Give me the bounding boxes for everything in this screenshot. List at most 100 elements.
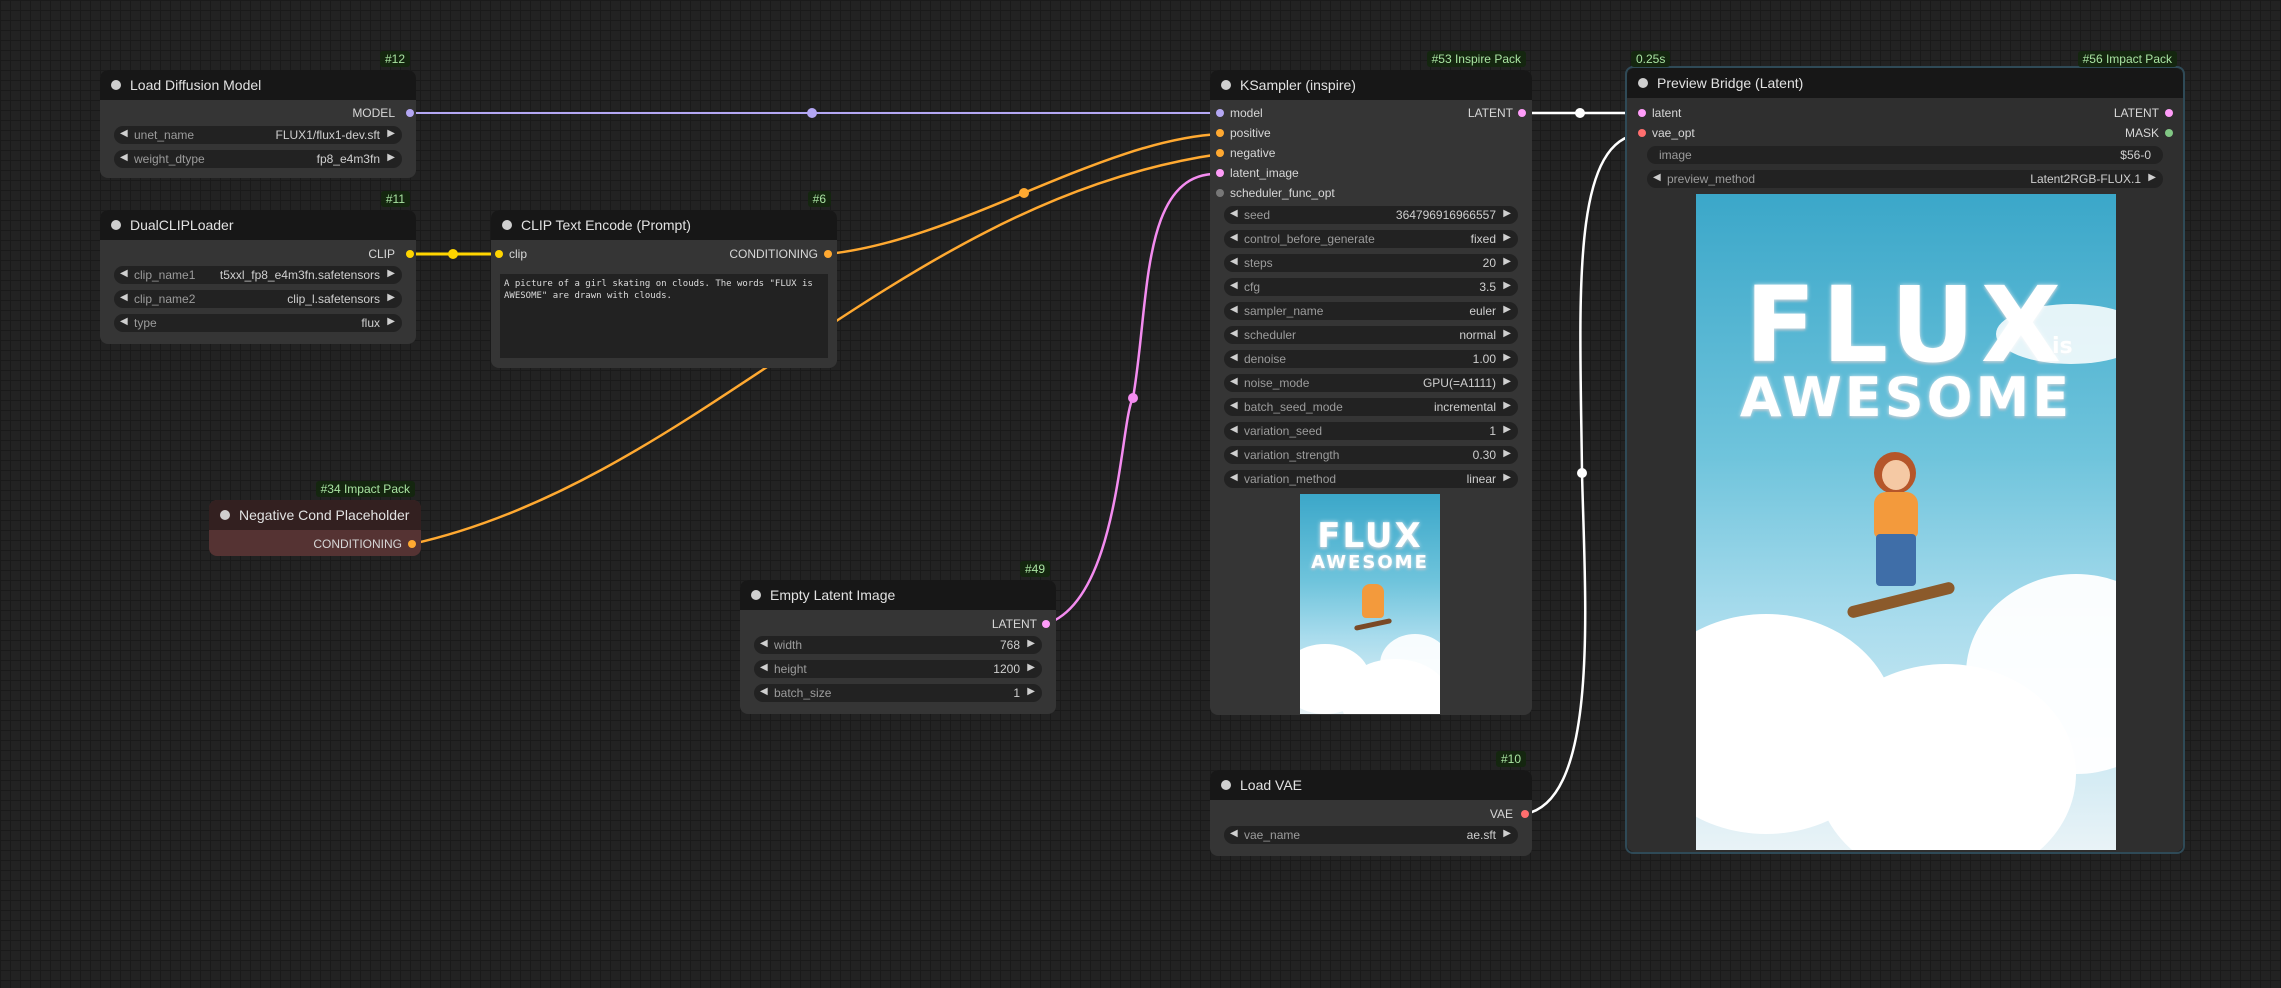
widget-cfg[interactable]: ◀ cfg 3.5 ▶ xyxy=(1224,278,1518,296)
arrow-right-icon[interactable]: ▶ xyxy=(387,128,395,139)
widget-variation-method[interactable]: ◀ variation_method linear ▶ xyxy=(1224,470,1518,488)
output-model-port[interactable] xyxy=(406,109,414,117)
arrow-left-icon[interactable]: ◀ xyxy=(1230,472,1238,483)
widget-steps[interactable]: ◀ steps 20 ▶ xyxy=(1224,254,1518,272)
arrow-right-icon[interactable]: ▶ xyxy=(2148,172,2156,183)
node-empty-latent-image[interactable]: #49 Empty Latent Image LATENT ◀ width 76… xyxy=(740,561,1056,714)
arrow-left-icon[interactable]: ◀ xyxy=(1230,400,1238,411)
arrow-left-icon[interactable]: ◀ xyxy=(760,686,768,697)
node-negative-cond-placeholder[interactable]: #34 Impact Pack Negative Cond Placeholde… xyxy=(209,481,421,556)
preview-bridge-image[interactable]: FLUX is AWESOME xyxy=(1696,194,2116,850)
arrow-left-icon[interactable]: ◀ xyxy=(1230,448,1238,459)
arrow-left-icon[interactable]: ◀ xyxy=(1230,232,1238,243)
arrow-left-icon[interactable]: ◀ xyxy=(1230,256,1238,267)
collapse-dot[interactable] xyxy=(220,510,230,520)
widget-scheduler[interactable]: ◀ scheduler normal ▶ xyxy=(1224,326,1518,344)
output-latent-port[interactable] xyxy=(1518,109,1526,117)
input-model-port[interactable] xyxy=(1216,109,1224,117)
widget-type[interactable]: ◀ type flux ▶ xyxy=(114,314,402,332)
widget-image[interactable]: image $56-0 xyxy=(1647,146,2163,164)
input-vae-opt-port[interactable] xyxy=(1638,129,1646,137)
output-latent-port[interactable] xyxy=(1042,620,1050,628)
arrow-right-icon[interactable]: ▶ xyxy=(1503,256,1511,267)
node-header[interactable]: Load VAE xyxy=(1210,770,1532,800)
arrow-left-icon[interactable]: ◀ xyxy=(1230,304,1238,315)
arrow-right-icon[interactable]: ▶ xyxy=(1027,686,1035,697)
collapse-dot[interactable] xyxy=(111,80,121,90)
graph-canvas[interactable]: #12 Load Diffusion Model MODEL ◀ unet_na… xyxy=(0,0,2281,988)
input-scheduler-func-port[interactable] xyxy=(1216,189,1224,197)
arrow-right-icon[interactable]: ▶ xyxy=(387,292,395,303)
node-header[interactable]: Empty Latent Image xyxy=(740,580,1056,610)
arrow-right-icon[interactable]: ▶ xyxy=(1027,638,1035,649)
arrow-left-icon[interactable]: ◀ xyxy=(760,662,768,673)
arrow-right-icon[interactable]: ▶ xyxy=(1503,448,1511,459)
arrow-right-icon[interactable]: ▶ xyxy=(1503,828,1511,839)
arrow-left-icon[interactable]: ◀ xyxy=(1653,172,1661,183)
input-positive-port[interactable] xyxy=(1216,129,1224,137)
arrow-left-icon[interactable]: ◀ xyxy=(120,268,128,279)
widget-denoise[interactable]: ◀ denoise 1.00 ▶ xyxy=(1224,350,1518,368)
widget-width[interactable]: ◀ width 768 ▶ xyxy=(754,636,1042,654)
widget-noise-mode[interactable]: ◀ noise_mode GPU(=A1111) ▶ xyxy=(1224,374,1518,392)
arrow-left-icon[interactable]: ◀ xyxy=(1230,376,1238,387)
widget-preview-method[interactable]: ◀ preview_method Latent2RGB-FLUX.1 ▶ xyxy=(1647,170,2163,188)
arrow-right-icon[interactable]: ▶ xyxy=(1027,662,1035,673)
collapse-dot[interactable] xyxy=(111,220,121,230)
output-latent-port[interactable] xyxy=(2165,109,2173,117)
output-conditioning-port[interactable] xyxy=(408,540,416,548)
node-ksampler-inspire[interactable]: #53 Inspire Pack KSampler (inspire) mode… xyxy=(1210,51,1532,715)
widget-clip-name1[interactable]: ◀ clip_name1 t5xxl_fp8_e4m3fn.safetensor… xyxy=(114,266,402,284)
collapse-dot[interactable] xyxy=(751,590,761,600)
arrow-left-icon[interactable]: ◀ xyxy=(120,152,128,163)
arrow-right-icon[interactable]: ▶ xyxy=(387,268,395,279)
arrow-right-icon[interactable]: ▶ xyxy=(1503,232,1511,243)
widget-variation-seed[interactable]: ◀ variation_seed 1 ▶ xyxy=(1224,422,1518,440)
widget-variation-strength[interactable]: ◀ variation_strength 0.30 ▶ xyxy=(1224,446,1518,464)
widget-vae-name[interactable]: ◀ vae_name ae.sft ▶ xyxy=(1224,826,1518,844)
node-header[interactable]: Load Diffusion Model xyxy=(100,70,416,100)
arrow-right-icon[interactable]: ▶ xyxy=(1503,304,1511,315)
collapse-dot[interactable] xyxy=(1221,780,1231,790)
node-header[interactable]: Negative Cond Placeholder xyxy=(209,500,421,530)
arrow-right-icon[interactable]: ▶ xyxy=(1503,352,1511,363)
arrow-right-icon[interactable]: ▶ xyxy=(387,152,395,163)
collapse-dot[interactable] xyxy=(502,220,512,230)
arrow-right-icon[interactable]: ▶ xyxy=(1503,328,1511,339)
widget-batch-seed-mode[interactable]: ◀ batch_seed_mode incremental ▶ xyxy=(1224,398,1518,416)
widget-control-before-generate[interactable]: ◀ control_before_generate fixed ▶ xyxy=(1224,230,1518,248)
node-preview-bridge-latent[interactable]: 0.25s #56 Impact Pack Preview Bridge (La… xyxy=(1625,51,2185,854)
widget-weight-dtype[interactable]: ◀ weight_dtype fp8_e4m3fn ▶ xyxy=(114,150,402,168)
output-vae-port[interactable] xyxy=(1521,810,1529,818)
widget-sampler-name[interactable]: ◀ sampler_name euler ▶ xyxy=(1224,302,1518,320)
arrow-left-icon[interactable]: ◀ xyxy=(1230,424,1238,435)
output-clip-port[interactable] xyxy=(406,250,414,258)
collapse-dot[interactable] xyxy=(1638,78,1648,88)
node-dual-clip-loader[interactable]: #11 DualCLIPLoader CLIP ◀ clip_name1 t5x… xyxy=(100,191,416,344)
arrow-left-icon[interactable]: ◀ xyxy=(1230,352,1238,363)
node-clip-text-encode[interactable]: #6 CLIP Text Encode (Prompt) clip CONDIT… xyxy=(491,191,837,368)
widget-unet-name[interactable]: ◀ unet_name FLUX1/flux1-dev.sft ▶ xyxy=(114,126,402,144)
widget-seed[interactable]: ◀ seed 364796916966557 ▶ xyxy=(1224,206,1518,224)
arrow-left-icon[interactable]: ◀ xyxy=(760,638,768,649)
arrow-left-icon[interactable]: ◀ xyxy=(1230,328,1238,339)
arrow-left-icon[interactable]: ◀ xyxy=(120,292,128,303)
input-latent-image-port[interactable] xyxy=(1216,169,1224,177)
node-header[interactable]: DualCLIPLoader xyxy=(100,210,416,240)
input-negative-port[interactable] xyxy=(1216,149,1224,157)
node-header[interactable]: Preview Bridge (Latent) xyxy=(1627,68,2183,98)
arrow-left-icon[interactable]: ◀ xyxy=(120,316,128,327)
arrow-right-icon[interactable]: ▶ xyxy=(1503,400,1511,411)
widget-clip-name2[interactable]: ◀ clip_name2 clip_l.safetensors ▶ xyxy=(114,290,402,308)
arrow-right-icon[interactable]: ▶ xyxy=(1503,280,1511,291)
prompt-textarea[interactable]: A picture of a girl skating on clouds. T… xyxy=(500,274,828,358)
node-load-vae[interactable]: #10 Load VAE VAE ◀ vae_name ae.sft ▶ xyxy=(1210,751,1532,856)
arrow-right-icon[interactable]: ▶ xyxy=(1503,208,1511,219)
output-mask-port[interactable] xyxy=(2165,129,2173,137)
arrow-left-icon[interactable]: ◀ xyxy=(1230,208,1238,219)
arrow-right-icon[interactable]: ▶ xyxy=(1503,472,1511,483)
input-latent-port[interactable] xyxy=(1638,109,1646,117)
arrow-left-icon[interactable]: ◀ xyxy=(1230,828,1238,839)
collapse-dot[interactable] xyxy=(1221,80,1231,90)
input-clip-port[interactable] xyxy=(495,250,503,258)
